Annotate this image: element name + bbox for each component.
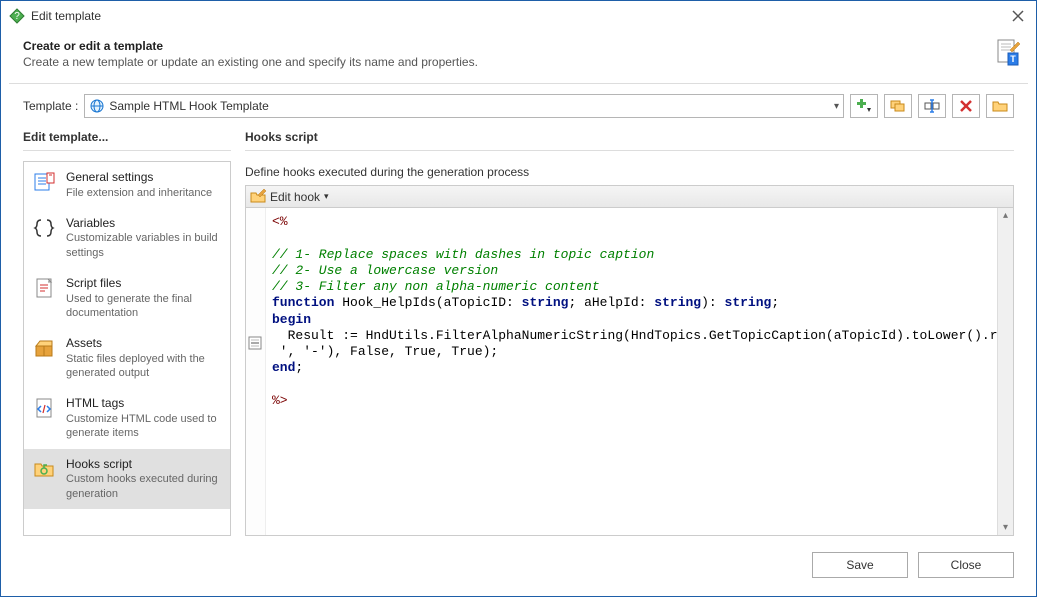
rename-template-button[interactable]: [918, 94, 946, 118]
template-selector-row: Template : Sample HTML Hook Template ▾: [1, 84, 1036, 128]
sidebar-item-label: Hooks script: [66, 457, 222, 473]
settings-list-icon: [32, 170, 56, 194]
sidebar-item-general-settings[interactable]: General settings File extension and inhe…: [24, 162, 230, 208]
sidebar-item-variables[interactable]: Variables Customizable variables in buil…: [24, 208, 230, 268]
sidebar-item-label: Script files: [66, 276, 222, 292]
scroll-down-icon[interactable]: ▾: [1003, 522, 1008, 533]
main-title: Hooks script: [245, 128, 1014, 150]
sidebar: Edit template General settings File exte…: [23, 128, 231, 536]
dialog-body: Edit template General settings File exte…: [1, 128, 1036, 540]
sidebar-item-hooks-script[interactable]: Hooks script Custom hooks executed durin…: [24, 449, 230, 509]
svg-text:T: T: [1010, 54, 1016, 64]
template-dropdown-value: Sample HTML Hook Template: [109, 99, 830, 113]
delete-template-button[interactable]: [952, 94, 980, 118]
code-gutter: [246, 208, 266, 535]
titlebar: ? Edit template: [1, 1, 1036, 31]
svg-text:?: ?: [14, 11, 20, 22]
vertical-scrollbar[interactable]: ▴ ▾: [997, 208, 1013, 535]
add-template-button[interactable]: [850, 94, 878, 118]
braces-icon: [32, 216, 56, 240]
sidebar-item-desc: Used to generate the final documentation: [66, 292, 222, 321]
template-dropdown[interactable]: Sample HTML Hook Template ▾: [84, 94, 844, 118]
sidebar-item-label: Variables: [66, 216, 222, 232]
sidebar-item-label: General settings: [66, 170, 212, 186]
sidebar-item-desc: File extension and inheritance: [66, 186, 212, 200]
main-panel: Hooks script Define hooks executed durin…: [245, 128, 1014, 536]
box-icon: [32, 336, 56, 360]
globe-icon: [89, 98, 105, 114]
edit-template-window: ? Edit template Create or edit a templat…: [0, 0, 1037, 597]
sidebar-item-label: Assets: [66, 336, 222, 352]
save-button[interactable]: Save: [812, 552, 908, 578]
app-icon: ?: [9, 8, 25, 24]
chevron-down-icon: ▾: [834, 101, 839, 112]
close-button[interactable]: Close: [918, 552, 1014, 578]
edit-hook-button[interactable]: Edit hook: [270, 190, 320, 204]
hook-folder-icon: [32, 457, 56, 481]
code-content[interactable]: <% // 1- Replace spaces with dashes in t…: [266, 208, 997, 535]
edit-hook-toolbar: Edit hook ▾: [245, 185, 1014, 207]
code-file-icon: [32, 396, 56, 420]
sidebar-nav-list: General settings File extension and inhe…: [23, 161, 231, 536]
script-file-icon: [32, 276, 56, 300]
duplicate-template-button[interactable]: [884, 94, 912, 118]
sidebar-title: Edit template: [23, 128, 231, 150]
sidebar-separator: [23, 150, 231, 151]
template-label: Template :: [23, 99, 78, 113]
sidebar-item-assets[interactable]: Assets Static files deployed with the ge…: [24, 328, 230, 388]
sidebar-item-desc: Static files deployed with the generated…: [66, 352, 222, 381]
scroll-up-icon[interactable]: ▴: [1003, 210, 1008, 221]
open-folder-button[interactable]: [986, 94, 1014, 118]
close-icon[interactable]: [1008, 6, 1028, 26]
dialog-header: Create or edit a template Create a new t…: [1, 31, 1036, 83]
template-page-icon: T: [996, 39, 1020, 67]
sidebar-item-desc: Customize HTML code used to generate ite…: [66, 412, 222, 441]
chevron-down-icon[interactable]: ▾: [324, 191, 329, 202]
sidebar-item-label: HTML tags: [66, 396, 222, 412]
sidebar-item-script-files[interactable]: Script files Used to generate the final …: [24, 268, 230, 328]
sidebar-item-html-tags[interactable]: HTML tags Customize HTML code used to ge…: [24, 388, 230, 448]
header-title: Create or edit a template: [23, 39, 1014, 53]
edit-folder-icon: [250, 189, 266, 205]
main-description: Define hooks executed during the generat…: [245, 161, 1014, 185]
code-editor[interactable]: <% // 1- Replace spaces with dashes in t…: [245, 207, 1014, 536]
sidebar-item-desc: Custom hooks executed during generation: [66, 472, 222, 501]
header-subtitle: Create a new template or update an exist…: [23, 55, 1014, 69]
main-separator: [245, 150, 1014, 151]
fold-collapse-icon[interactable]: [248, 336, 262, 350]
window-title: Edit template: [31, 9, 1008, 23]
dialog-footer: Save Close: [1, 540, 1036, 596]
sidebar-item-desc: Customizable variables in build settings: [66, 231, 222, 260]
